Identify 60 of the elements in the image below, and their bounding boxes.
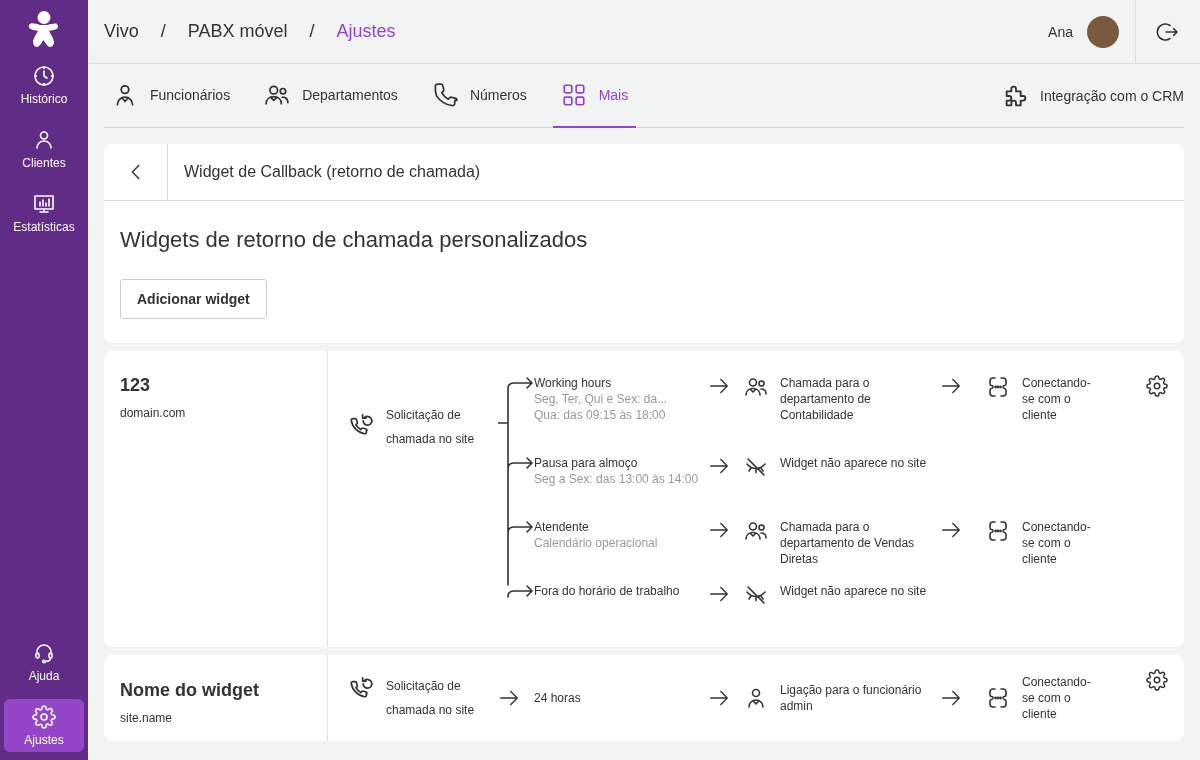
phone-icon — [431, 82, 458, 108]
page-heading: Widgets de retorno de chamada personalizados — [120, 227, 589, 253]
branch-title: Pausa para almoço — [534, 455, 639, 471]
settings-icon[interactable] — [1146, 375, 1168, 397]
sidebar-item[interactable]: Estatísticas — [4, 186, 84, 239]
settings-icon[interactable] — [1146, 669, 1168, 691]
sidebar-item[interactable]: Histórico — [4, 58, 84, 111]
result-label: Conectando-se com o cliente — [1022, 375, 1092, 423]
breadcrumb-item[interactable]: PABX móvel — [187, 21, 288, 42]
trigger-label: Solicitação de chamada no site — [386, 678, 476, 719]
widget-name: 123 — [120, 375, 152, 396]
phone-callback-icon — [348, 411, 374, 437]
avatar[interactable] — [1087, 15, 1119, 48]
branch-detail: Qua: das 09:15 às 18:00 — [534, 407, 666, 423]
logo-icon[interactable] — [28, 10, 60, 50]
breadcrumb-item[interactable]: Vivo — [104, 21, 139, 42]
branch-detail: Seg, Ter, Qui e Sex: da... — [534, 391, 668, 407]
eye-off-icon — [744, 583, 768, 607]
breadcrumb-separator: / — [309, 21, 315, 42]
breadcrumb-separator: / — [160, 21, 166, 42]
tab[interactable]: Mais — [552, 64, 637, 128]
eye-off-icon — [744, 455, 768, 479]
phone-callback-icon — [348, 674, 374, 700]
monitor-chart-icon — [31, 192, 57, 216]
tab[interactable]: Funcionários — [104, 64, 239, 128]
widget-domain: site.name — [120, 711, 174, 725]
tab[interactable]: Departamentos — [256, 64, 406, 128]
result-label: Conectando-se com o cliente — [1022, 519, 1092, 567]
sidebar-item[interactable]: Clientes — [4, 122, 84, 175]
clock-icon — [31, 64, 57, 88]
add-widget-button[interactable]: Adicionar widget — [120, 279, 267, 319]
sidebar-item[interactable]: Ajustes — [4, 699, 84, 752]
sidebar-item[interactable]: Ajuda — [4, 635, 84, 688]
branch-detail: Calendário operacional — [534, 535, 658, 551]
linked-call-icon — [986, 519, 1010, 543]
crm-integration-link[interactable]: Integração com o CRM — [1002, 64, 1184, 127]
action-label: Chamada para o departamento de Contabilidade — [780, 375, 872, 423]
widget-domain: domain.com — [120, 406, 187, 420]
action-label: Widget não aparece no site — [780, 455, 928, 471]
branch-detail: Seg a Sex: das 13:00 às 14:00 — [534, 471, 699, 487]
people-icon — [744, 375, 768, 399]
settings-icon — [31, 705, 57, 729]
result-label: Conectando-se com o cliente — [1022, 674, 1092, 722]
action-label: Ligação para o funcionário admin — [780, 682, 923, 714]
grid-icon — [560, 82, 587, 108]
action-label: Widget não aparece no site — [780, 583, 928, 599]
branch-title: 24 horas — [534, 690, 582, 706]
linked-call-icon — [986, 686, 1010, 710]
linked-call-icon — [986, 375, 1010, 399]
action-label: Chamada para o departamento de Vendas Diretas — [780, 519, 916, 567]
panel-title: Widget de Callback (retorno de chamada) — [183, 163, 481, 181]
branch-title: Working hours — [534, 375, 613, 391]
people-icon — [744, 519, 768, 543]
tab[interactable]: Números — [423, 64, 535, 128]
trigger-label: Solicitação de chamada no site — [386, 407, 476, 448]
breadcrumb-item: Ajustes — [336, 21, 396, 42]
branch-title: Fora do horário de trabalho — [534, 583, 681, 599]
branch-title: Atendente — [534, 519, 590, 535]
widget-name: Nome do widget — [120, 680, 260, 701]
user-name: Ana — [1048, 23, 1073, 40]
